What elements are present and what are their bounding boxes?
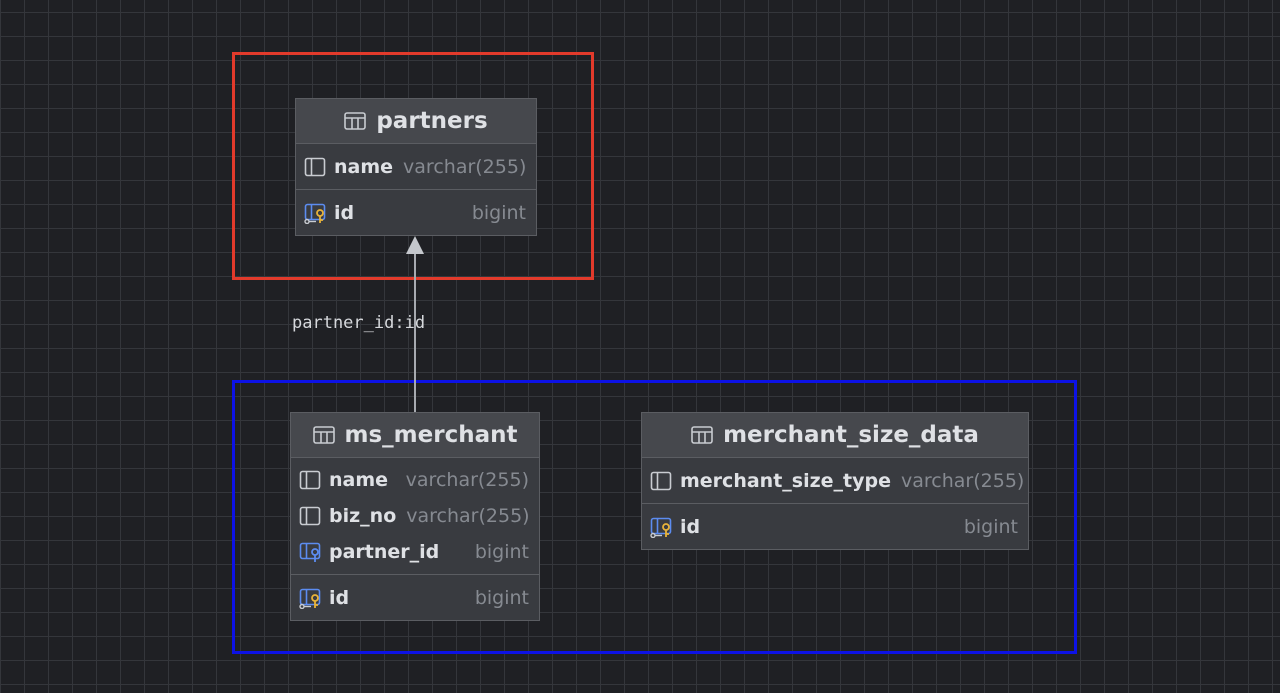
diagram-canvas[interactable]: partner_id:id partners name varchar(255) … (0, 0, 1280, 693)
primary-key-icon (304, 202, 326, 224)
primary-key-icon (650, 516, 672, 538)
column-name: partner_id (329, 541, 440, 563)
relation-label: partner_id:id (292, 313, 426, 333)
column-section: name varchar(255) (296, 144, 536, 189)
table-header[interactable]: merchant_size_data (642, 413, 1028, 458)
column-section: merchant_size_type varchar(255) (642, 458, 1028, 503)
column-name: name (334, 155, 394, 178)
key-section: id bigint (642, 503, 1028, 549)
column-row[interactable]: name varchar(255) (296, 148, 536, 185)
primary-key-icon (299, 587, 321, 609)
column-name: id (680, 515, 701, 538)
column-row[interactable]: biz_no varchar(255) (291, 498, 539, 534)
column-icon (299, 469, 321, 491)
column-name: name (329, 469, 389, 491)
column-row[interactable]: id bigint (296, 194, 536, 231)
column-name: id (329, 586, 350, 609)
table-partners[interactable]: partners name varchar(255) id bigint (295, 98, 537, 236)
column-name: id (334, 201, 355, 224)
column-type: varchar(255) (403, 155, 527, 178)
column-section: name varchar(255) biz_no varchar(255) partne… (291, 458, 539, 574)
table-title: merchant_size_data (723, 422, 979, 448)
column-icon (650, 470, 672, 492)
table-ms-merchant[interactable]: ms_merchant name varchar(255) biz_no varcha… (290, 412, 540, 621)
table-icon (344, 112, 366, 130)
column-row[interactable]: merchant_size_type varchar(255) (642, 462, 1028, 499)
column-icon (299, 505, 321, 527)
table-icon (691, 426, 713, 444)
table-merchant-size-data[interactable]: merchant_size_data merchant_size_type var… (641, 412, 1029, 550)
column-row[interactable]: partner_id bigint (291, 534, 539, 570)
column-name: merchant_size_type (680, 469, 891, 492)
column-type: varchar(255) (901, 469, 1025, 492)
column-type: bigint (474, 586, 529, 609)
column-icon (304, 156, 326, 178)
column-row[interactable]: id bigint (291, 579, 539, 616)
column-row[interactable]: id bigint (642, 508, 1028, 545)
table-title: partners (376, 108, 488, 134)
key-section: id bigint (296, 189, 536, 235)
table-header[interactable]: ms_merchant (291, 413, 539, 458)
key-section: id bigint (291, 574, 539, 620)
table-title: ms_merchant (344, 422, 518, 448)
table-icon (313, 426, 335, 444)
column-name: biz_no (329, 505, 397, 527)
table-header[interactable]: partners (296, 99, 536, 144)
column-type: bigint (471, 201, 526, 224)
column-type: bigint (963, 515, 1018, 538)
column-type: varchar(255) (405, 469, 529, 491)
column-row[interactable]: name varchar(255) (291, 462, 539, 498)
column-type: varchar(255) (406, 505, 530, 527)
column-type: bigint (474, 541, 529, 563)
foreign-key-icon (299, 541, 321, 563)
